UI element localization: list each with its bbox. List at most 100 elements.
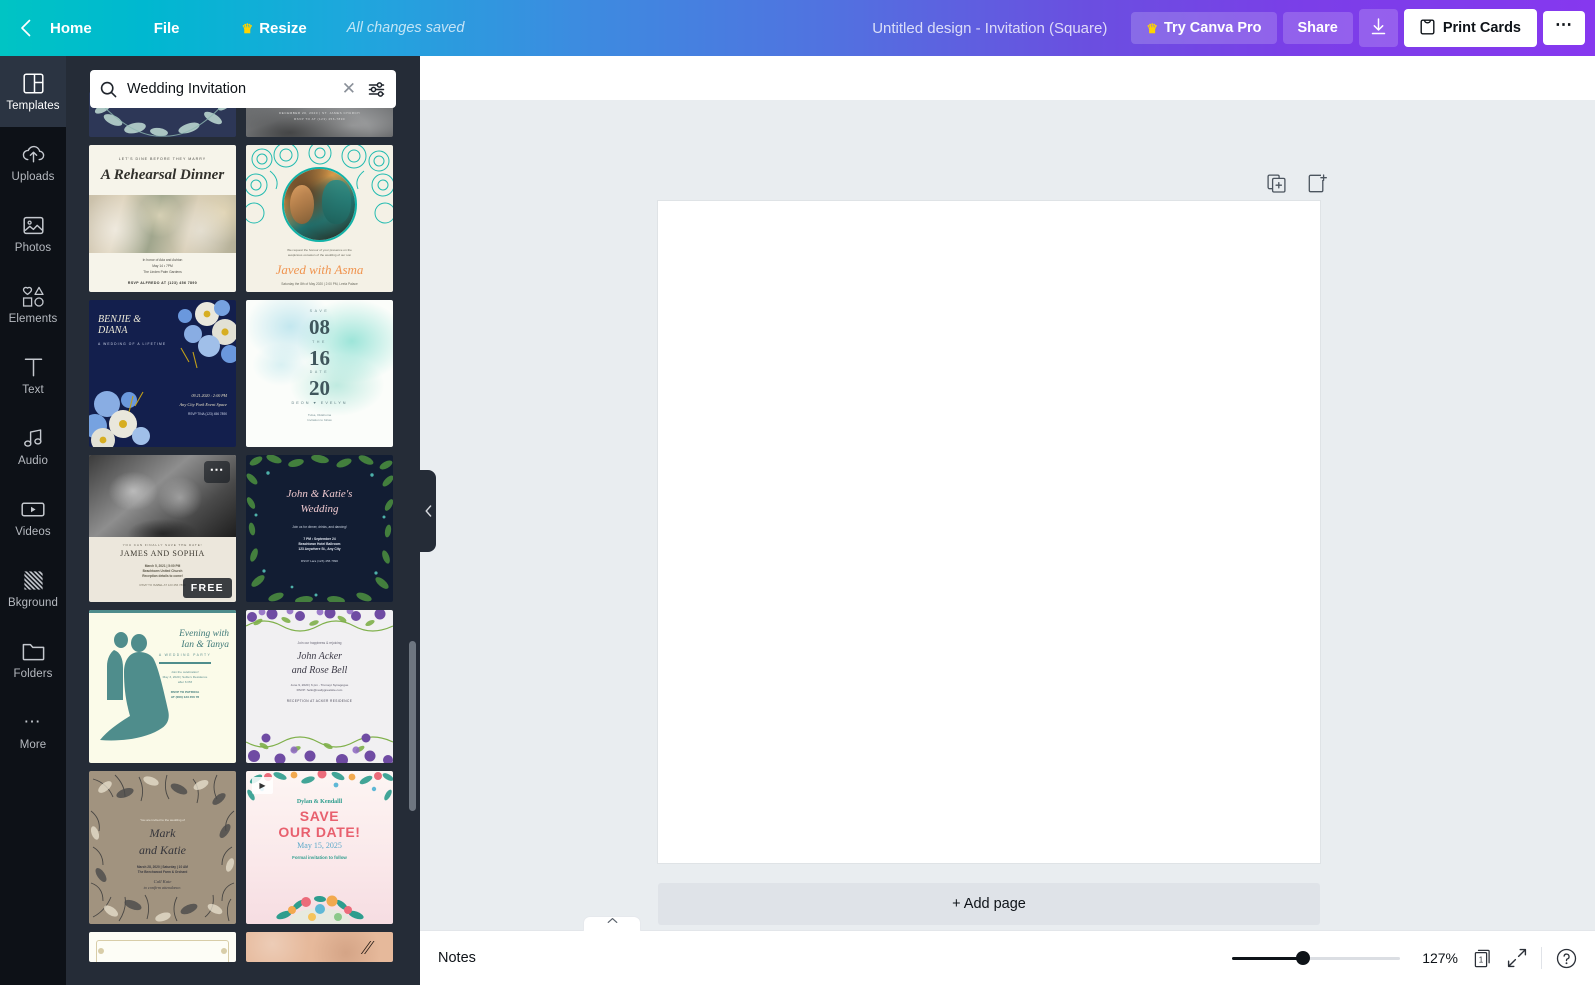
template-text: Beachtown Hotel Ballroom: [298, 542, 341, 546]
sidebar-item-more[interactable]: ⋯ More: [0, 695, 66, 766]
hatch-pattern-icon: [23, 569, 44, 592]
image-icon: [22, 214, 44, 237]
template-text: 123 Anywhere St., Any City: [298, 547, 341, 551]
panel-collapse-handle[interactable]: [420, 470, 436, 552]
zoom-percent-label: 127%: [1422, 950, 1458, 966]
more-options-icon[interactable]: ⋯: [1543, 11, 1585, 45]
header-left-group: Home File ♛ Resize All changes saved: [0, 0, 464, 56]
sidebar-item-photos[interactable]: Photos: [0, 198, 66, 269]
sidebar-item-label: Templates: [6, 99, 60, 112]
template-card[interactable]: We request the honour of your presence o…: [246, 145, 393, 292]
sidebar-item-text[interactable]: Text: [0, 340, 66, 411]
template-text: 09.21.2020 : 2:00 PM: [191, 393, 227, 398]
top-header-bar: Home File ♛ Resize All changes saved Unt…: [0, 0, 1595, 56]
template-card[interactable]: LET'S DINE BEFORE THEY MARRY A Rehearsal…: [89, 145, 236, 292]
expand-arrows-icon[interactable]: [1507, 948, 1527, 968]
sidebar-item-elements[interactable]: Elements: [0, 269, 66, 340]
editor-area: + Add page: [420, 56, 1595, 985]
sidebar-item-label: Videos: [15, 525, 51, 538]
template-text: The Linden Palm Gardens: [143, 270, 182, 274]
template-text: Evening with: [179, 629, 229, 639]
template-text: Ian & Tanya: [181, 640, 229, 651]
canvas-scroll-area[interactable]: + Add page: [420, 100, 1595, 966]
back-chevron-icon[interactable]: [0, 0, 34, 56]
template-card[interactable]: John & Katie's Wedding Join us for dinne…: [246, 455, 393, 602]
file-menu-button[interactable]: File: [140, 13, 194, 44]
template-text: DIANA: [98, 325, 128, 337]
resize-button[interactable]: ♛ Resize: [228, 13, 321, 44]
print-cards-button[interactable]: Print Cards: [1403, 8, 1537, 48]
design-title[interactable]: Untitled design - Invitation (Square): [872, 20, 1107, 37]
template-text: RSVP TINA (123) 456 7890: [187, 412, 227, 416]
template-card[interactable]: Evening with Ian & Tanya A WEDDING PARTY…: [89, 610, 236, 763]
template-card[interactable]: ▶ Dylan & Kendalll SAVE OUR DATE! May 15…: [246, 771, 393, 924]
template-text: auspicious occasion of the wedding of ou…: [287, 253, 352, 257]
template-menu-icon[interactable]: ⋯: [204, 461, 230, 483]
add-page-icon[interactable]: [1308, 174, 1327, 193]
sidebar-item-templates[interactable]: Templates: [0, 56, 66, 127]
panel-scrollbar[interactable]: [409, 641, 416, 811]
duplicate-page-icon[interactable]: [1267, 174, 1286, 193]
notes-expand-handle[interactable]: [583, 916, 641, 931]
crown-icon: ♛: [241, 20, 254, 36]
template-card[interactable]: Join our happiness & rejoicing John Acke…: [246, 610, 393, 763]
design-canvas-page[interactable]: [658, 201, 1320, 863]
notes-button[interactable]: Notes: [438, 950, 476, 966]
download-button[interactable]: [1358, 8, 1398, 48]
template-title: A Rehearsal Dinner: [100, 167, 225, 183]
sidebar-item-folders[interactable]: Folders: [0, 624, 66, 695]
help-circle-icon[interactable]: [1556, 948, 1577, 969]
template-text: after 6 PM: [177, 680, 193, 684]
editor-toolbar[interactable]: [420, 56, 1595, 100]
close-x-icon[interactable]: ✕: [336, 79, 362, 99]
template-text: Join us for dinner, drinks, and dancing!: [292, 525, 347, 529]
template-text: to confirm attendance.: [143, 885, 182, 890]
add-page-button[interactable]: + Add page: [658, 883, 1320, 925]
template-card[interactable]: You are invited to the wedding of Mark a…: [89, 771, 236, 924]
zoom-slider-knob[interactable]: [1296, 951, 1310, 965]
template-rule: [89, 610, 236, 613]
template-card[interactable]: [89, 932, 236, 962]
template-search-bar[interactable]: ✕: [90, 70, 396, 108]
template-text: March 28, 2020 | Saturday | 10 AM: [137, 865, 188, 869]
template-title: Evening with Ian & Tanya: [141, 629, 229, 652]
template-card[interactable]: SAVE 08 THE 16 DATE 20 DEON ♥ EVELYN Tul…: [246, 300, 393, 447]
share-button[interactable]: Share: [1282, 11, 1353, 45]
page-count-icon[interactable]: 1: [1472, 948, 1493, 969]
templates-scroll-area[interactable]: 101 ANYWHERE ST., ANY CITY RSVP TARGERRO…: [66, 56, 420, 985]
divider: [159, 662, 211, 664]
zoom-slider[interactable]: [1232, 951, 1400, 965]
sidebar-item-bkground[interactable]: Bkground: [0, 553, 66, 624]
free-badge: FREE: [182, 578, 232, 598]
template-card[interactable]: ⁄⁄: [246, 932, 393, 962]
sidebar-item-label: Text: [22, 383, 44, 396]
sidebar-item-audio[interactable]: Audio: [0, 411, 66, 482]
template-text: May 14 • 7PM: [152, 264, 173, 268]
template-title: OUR DATE!: [278, 824, 361, 840]
try-canva-pro-button[interactable]: ♛ Try Canva Pro: [1131, 11, 1277, 45]
search-input[interactable]: [117, 81, 336, 97]
add-page-label: + Add page: [952, 896, 1026, 912]
sidebar-item-label: Bkground: [7, 596, 59, 609]
bottom-right-group: 127% 1: [1232, 947, 1577, 969]
sidebar-item-videos[interactable]: Videos: [0, 482, 66, 553]
template-card[interactable]: ⋯ YOU CAN FINALLY SAVE THE DATE! JAMES A…: [89, 455, 236, 602]
template-card[interactable]: BENJIE & DIANA A WEDDING OF A LIFETIME 0…: [89, 300, 236, 447]
template-text: June 9, 2020 | 6 pm - Trumeyt Synagogue: [290, 683, 349, 687]
templates-icon: [22, 72, 44, 95]
template-text: Dylan & Kendalll: [296, 799, 343, 805]
sidebar-item-label: Audio: [18, 454, 48, 467]
template-text: RSVP TO PATRICIA: [170, 690, 200, 694]
home-button[interactable]: Home: [36, 13, 106, 44]
template-text: We request the honour of your presence o…: [287, 248, 352, 252]
template-text: Formal invitation to follow: [292, 855, 347, 860]
sliders-filter-icon[interactable]: [362, 81, 386, 98]
templates-panel: 101 ANYWHERE ST., ANY CITY RSVP TARGERRO…: [66, 56, 420, 985]
share-label: Share: [1297, 19, 1338, 36]
template-text: May 3, 2020 | Sollie's Residence: [162, 675, 208, 679]
sidebar-item-uploads[interactable]: Uploads: [0, 127, 66, 198]
template-script-glyph: ⁄⁄: [364, 937, 371, 959]
page-count-value: 1: [1479, 955, 1484, 964]
template-text: 08: [309, 315, 330, 339]
template-photo: [89, 195, 236, 253]
